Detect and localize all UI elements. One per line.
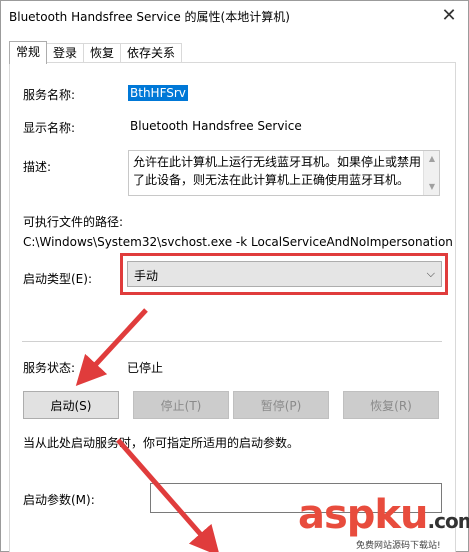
general-panel: 服务名称: BthHFSrv 显示名称: Bluetooth Handsfree… [9,62,456,552]
description-text: 允许在此计算机上运行无线蓝牙耳机。如果停止或禁用了此设备，则无法在此计算机上正确… [133,155,422,187]
start-params-label: 启动参数(M): [23,493,95,507]
tab-recovery[interactable]: 恢复 [83,43,122,63]
startup-type-select[interactable]: 手动 ⌵ [127,261,442,287]
separator [22,341,442,342]
window-title: Bluetooth Handsfree Service 的属性(本地计算机) [9,10,290,24]
start-button[interactable]: 启动(S) [23,391,119,419]
scroll-up-icon[interactable]: ▲ [424,151,439,167]
pause-button[interactable]: 暂停(P) [233,391,329,419]
tab-dependencies[interactable]: 依存关系 [120,43,183,63]
description-box[interactable]: 允许在此计算机上运行无线蓝牙耳机。如果停止或禁用了此设备，则无法在此计算机上正确… [128,150,440,196]
start-params-hint: 当从此处启动服务时，你可指定所适用的启动参数。 [23,436,300,450]
display-name-value[interactable]: Bluetooth Handsfree Service [130,119,302,133]
tab-general[interactable]: 常规 [9,41,48,64]
scroll-down-icon[interactable]: ▼ [424,179,439,195]
exe-path-label: 可执行文件的路径: [23,215,124,229]
startup-type-value: 手动 [134,269,159,283]
watermark-logo: aspku.com 免费网站源码下载站! [298,492,469,552]
properties-dialog: Bluetooth Handsfree Service 的属性(本地计算机) ✕… [0,0,469,552]
startup-type-label: 启动类型(E): [23,272,92,286]
tab-logon[interactable]: 登录 [46,43,85,63]
close-icon[interactable]: ✕ [434,4,464,26]
service-status-value: 已停止 [127,361,164,375]
description-label: 描述: [23,160,52,174]
watermark-tagline: 免费网站源码下载站! [356,541,441,551]
service-name-value[interactable]: BthHFSrv [128,85,188,101]
watermark-brand: aspku.com [298,492,469,538]
service-name-label: 服务名称: [23,88,76,102]
display-name-label: 显示名称: [23,121,76,135]
title-bar: Bluetooth Handsfree Service 的属性(本地计算机) ✕ [1,1,468,31]
chevron-down-icon: ⌵ [426,267,435,280]
exe-path-value: C:\Windows\System32\svchost.exe -k Local… [23,235,453,249]
description-scrollbar[interactable]: ▲ ▼ [423,151,439,195]
tab-strip: 常规 登录 恢复 依存关系 [9,41,183,64]
service-status-label: 服务状态: [23,361,76,375]
stop-button[interactable]: 停止(T) [133,391,229,419]
resume-button[interactable]: 恢复(R) [343,391,439,419]
